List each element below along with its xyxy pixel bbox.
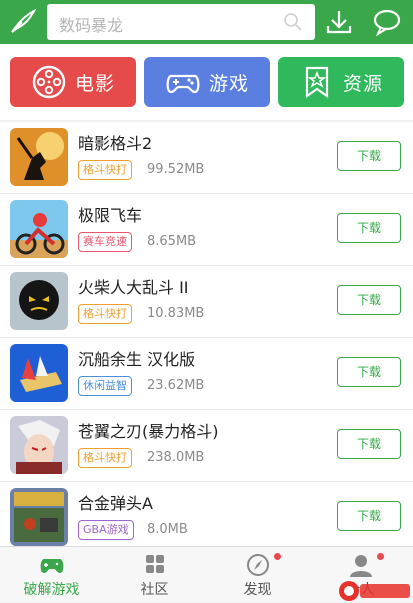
list-item[interactable]: 合金弹头A GBA游戏 8.0MB 下载 (0, 482, 413, 546)
game-name: 火柴人大乱斗 II (78, 278, 189, 297)
list-item[interactable]: 暗影格斗2 格斗快打 99.52MB 下载 (0, 122, 413, 194)
compass-icon (247, 554, 269, 576)
list-item[interactable]: 苍翼之刃(暴力格斗) 格斗快打 238.0MB 下载 (0, 410, 413, 482)
nav-discover[interactable]: 发现 (206, 547, 309, 603)
download-button[interactable]: 下载 (337, 429, 401, 459)
game-size: 99.52MB (147, 162, 205, 177)
game-category-tag: 赛车竞速 (78, 232, 132, 252)
category-game-label: 游戏 (208, 72, 249, 95)
nav-cracked-games[interactable]: 破解游戏 (0, 547, 103, 603)
game-category-tag: GBA游戏 (78, 520, 134, 540)
game-size: 8.65MB (147, 234, 197, 249)
game-thumbnail (10, 200, 68, 258)
bookmark-star-icon (305, 66, 329, 99)
game-name: 暗影格斗2 (78, 134, 153, 153)
game-thumbnail (10, 488, 68, 546)
list-item[interactable]: 火柴人大乱斗 II 格斗快打 10.83MB 下载 (0, 266, 413, 338)
download-icon[interactable] (324, 8, 354, 36)
message-icon[interactable] (372, 8, 402, 36)
top-bar: 数码暴龙 (0, 0, 413, 44)
search-box[interactable]: 数码暴龙 (47, 4, 315, 40)
game-thumbnail (10, 272, 68, 330)
game-thumbnail (10, 128, 68, 186)
nav-community[interactable]: 社区 (103, 547, 206, 603)
game-size: 10.83MB (147, 306, 205, 321)
list-item[interactable]: 极限飞车 赛车竞速 8.65MB 下载 (0, 194, 413, 266)
nav-label: 破解游戏 (23, 582, 80, 598)
gamepad-icon (40, 559, 64, 573)
download-button[interactable]: 下载 (337, 213, 401, 243)
watermark-logo (339, 581, 410, 601)
game-thumbnail (10, 416, 68, 474)
film-reel-icon (32, 65, 66, 99)
feather-logo-icon (11, 8, 37, 33)
game-name: 极限飞车 (78, 206, 143, 225)
nav-label: 社区 (140, 582, 169, 598)
search-icon[interactable] (283, 12, 303, 32)
game-thumbnail (10, 344, 68, 402)
list-item[interactable]: 沉船余生 汉化版 休闲益智 23.62MB 下载 (0, 338, 413, 410)
grid-icon (146, 555, 164, 573)
category-resource-label: 资源 (342, 72, 383, 95)
category-bar: 电影 游戏 资源 (0, 44, 413, 120)
game-category-tag: 格斗快打 (78, 448, 132, 468)
notification-badge (377, 553, 384, 560)
game-size: 8.0MB (147, 522, 188, 537)
search-placeholder: 数码暴龙 (59, 16, 124, 35)
download-button[interactable]: 下载 (337, 285, 401, 315)
nav-label: 发现 (243, 582, 272, 598)
game-category-tag: 格斗快打 (78, 160, 132, 180)
user-icon (350, 555, 372, 577)
game-name: 沉船余生 汉化版 (78, 350, 196, 369)
game-name: 苍翼之刃(暴力格斗) (78, 422, 219, 441)
game-category-tag: 休闲益智 (78, 376, 132, 396)
category-movie-button[interactable]: 电影 (10, 57, 136, 107)
category-resource-button[interactable]: 资源 (278, 57, 404, 107)
category-movie-label: 电影 (74, 72, 115, 95)
category-game-button[interactable]: 游戏 (144, 57, 270, 107)
game-list: 暗影格斗2 格斗快打 99.52MB 下载 极限飞车 赛车竞速 8.65MB 下… (0, 122, 413, 546)
download-button[interactable]: 下载 (337, 141, 401, 171)
gamepad-icon (166, 74, 200, 94)
game-name: 合金弹头A (78, 494, 153, 513)
game-size: 23.62MB (147, 378, 205, 393)
download-button[interactable]: 下载 (337, 357, 401, 387)
game-category-tag: 格斗快打 (78, 304, 132, 324)
download-button[interactable]: 下载 (337, 501, 401, 531)
game-size: 238.0MB (147, 450, 205, 465)
notification-badge (274, 553, 281, 560)
